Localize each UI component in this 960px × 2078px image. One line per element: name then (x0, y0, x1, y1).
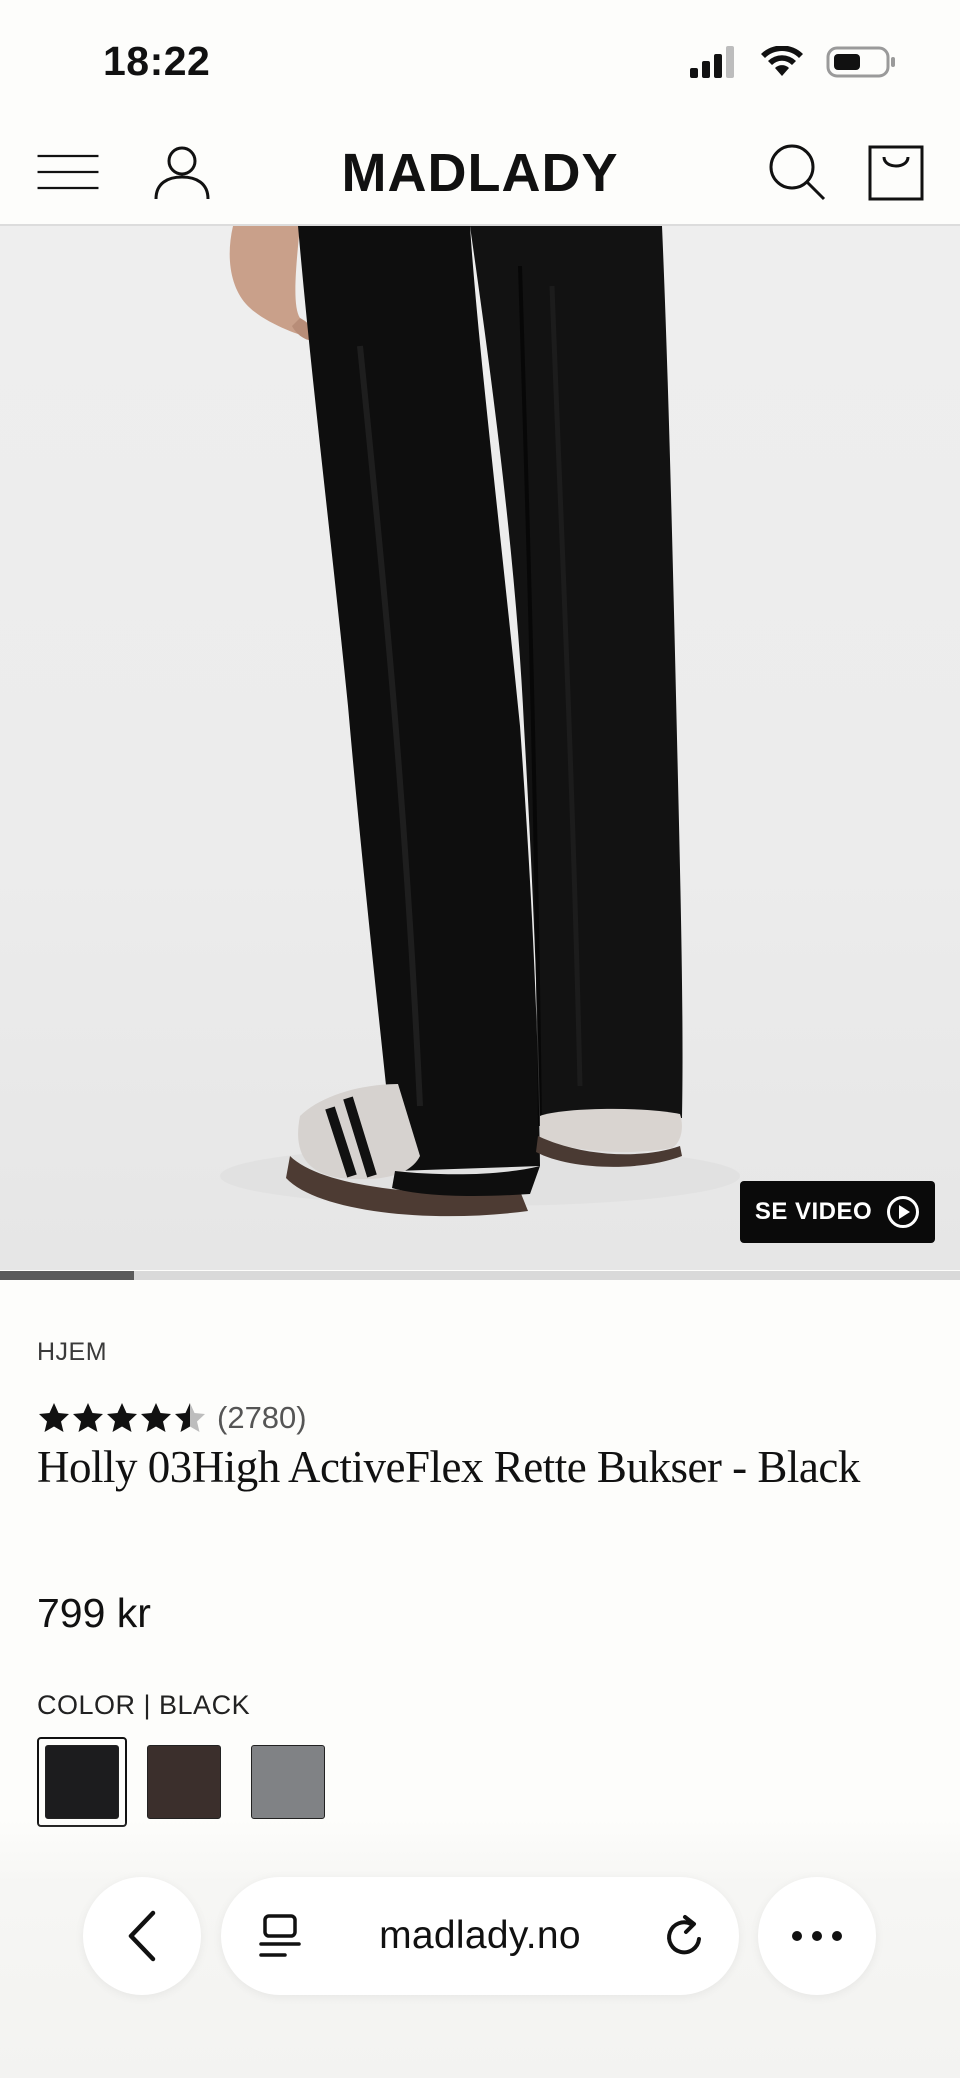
product-photo (220, 226, 740, 1217)
star-icon (39, 1403, 69, 1432)
star-icon (107, 1403, 137, 1432)
search-icon[interactable] (765, 140, 829, 204)
wifi-icon (760, 46, 804, 78)
star-icon (73, 1403, 103, 1432)
rating-stars (37, 1401, 207, 1435)
see-video-label: SE VIDEO (754, 1198, 873, 1225)
breadcrumb-home[interactable]: HJEM (37, 1338, 107, 1367)
product-title: Holly 03High ActiveFlex Rette Bukser - B… (37, 1442, 860, 1492)
more-options-button[interactable] (758, 1877, 876, 1995)
back-button[interactable] (83, 1877, 201, 1995)
see-video-button[interactable]: SE VIDEO (740, 1181, 935, 1243)
address-bar[interactable]: madlady.no (221, 1877, 739, 1995)
color-swatch-brown[interactable] (147, 1745, 221, 1819)
site-header: MADLADY (0, 120, 960, 226)
color-label: COLOR | BLACK (37, 1690, 251, 1720)
chevron-left-icon (125, 1910, 159, 1962)
star-icon (141, 1403, 171, 1432)
tab-overview-icon[interactable] (259, 1913, 301, 1959)
status-time: 18:22 (103, 38, 211, 84)
gallery-progress-fill (0, 1271, 135, 1280)
star-icon (175, 1403, 205, 1432)
color-swatch-grey[interactable] (251, 1745, 325, 1819)
color-swatch-black[interactable] (45, 1745, 119, 1819)
play-circle-icon (886, 1195, 920, 1229)
more-dots-icon (791, 1930, 843, 1942)
cellular-signal-icon (690, 46, 738, 78)
gallery-progress (0, 1271, 960, 1280)
product-rating[interactable]: (2780) (37, 1396, 307, 1440)
reload-icon[interactable] (663, 1913, 707, 1959)
status-bar: 18:22 (0, 0, 960, 120)
cart-icon[interactable] (864, 140, 928, 204)
product-image[interactable]: SE VIDEO (0, 226, 960, 1270)
status-icons (690, 44, 896, 80)
url-text[interactable]: madlady.no (379, 1914, 581, 1958)
product-price: 799 kr (37, 1590, 151, 1636)
battery-icon (826, 45, 896, 79)
review-count: (2780) (217, 1400, 307, 1435)
